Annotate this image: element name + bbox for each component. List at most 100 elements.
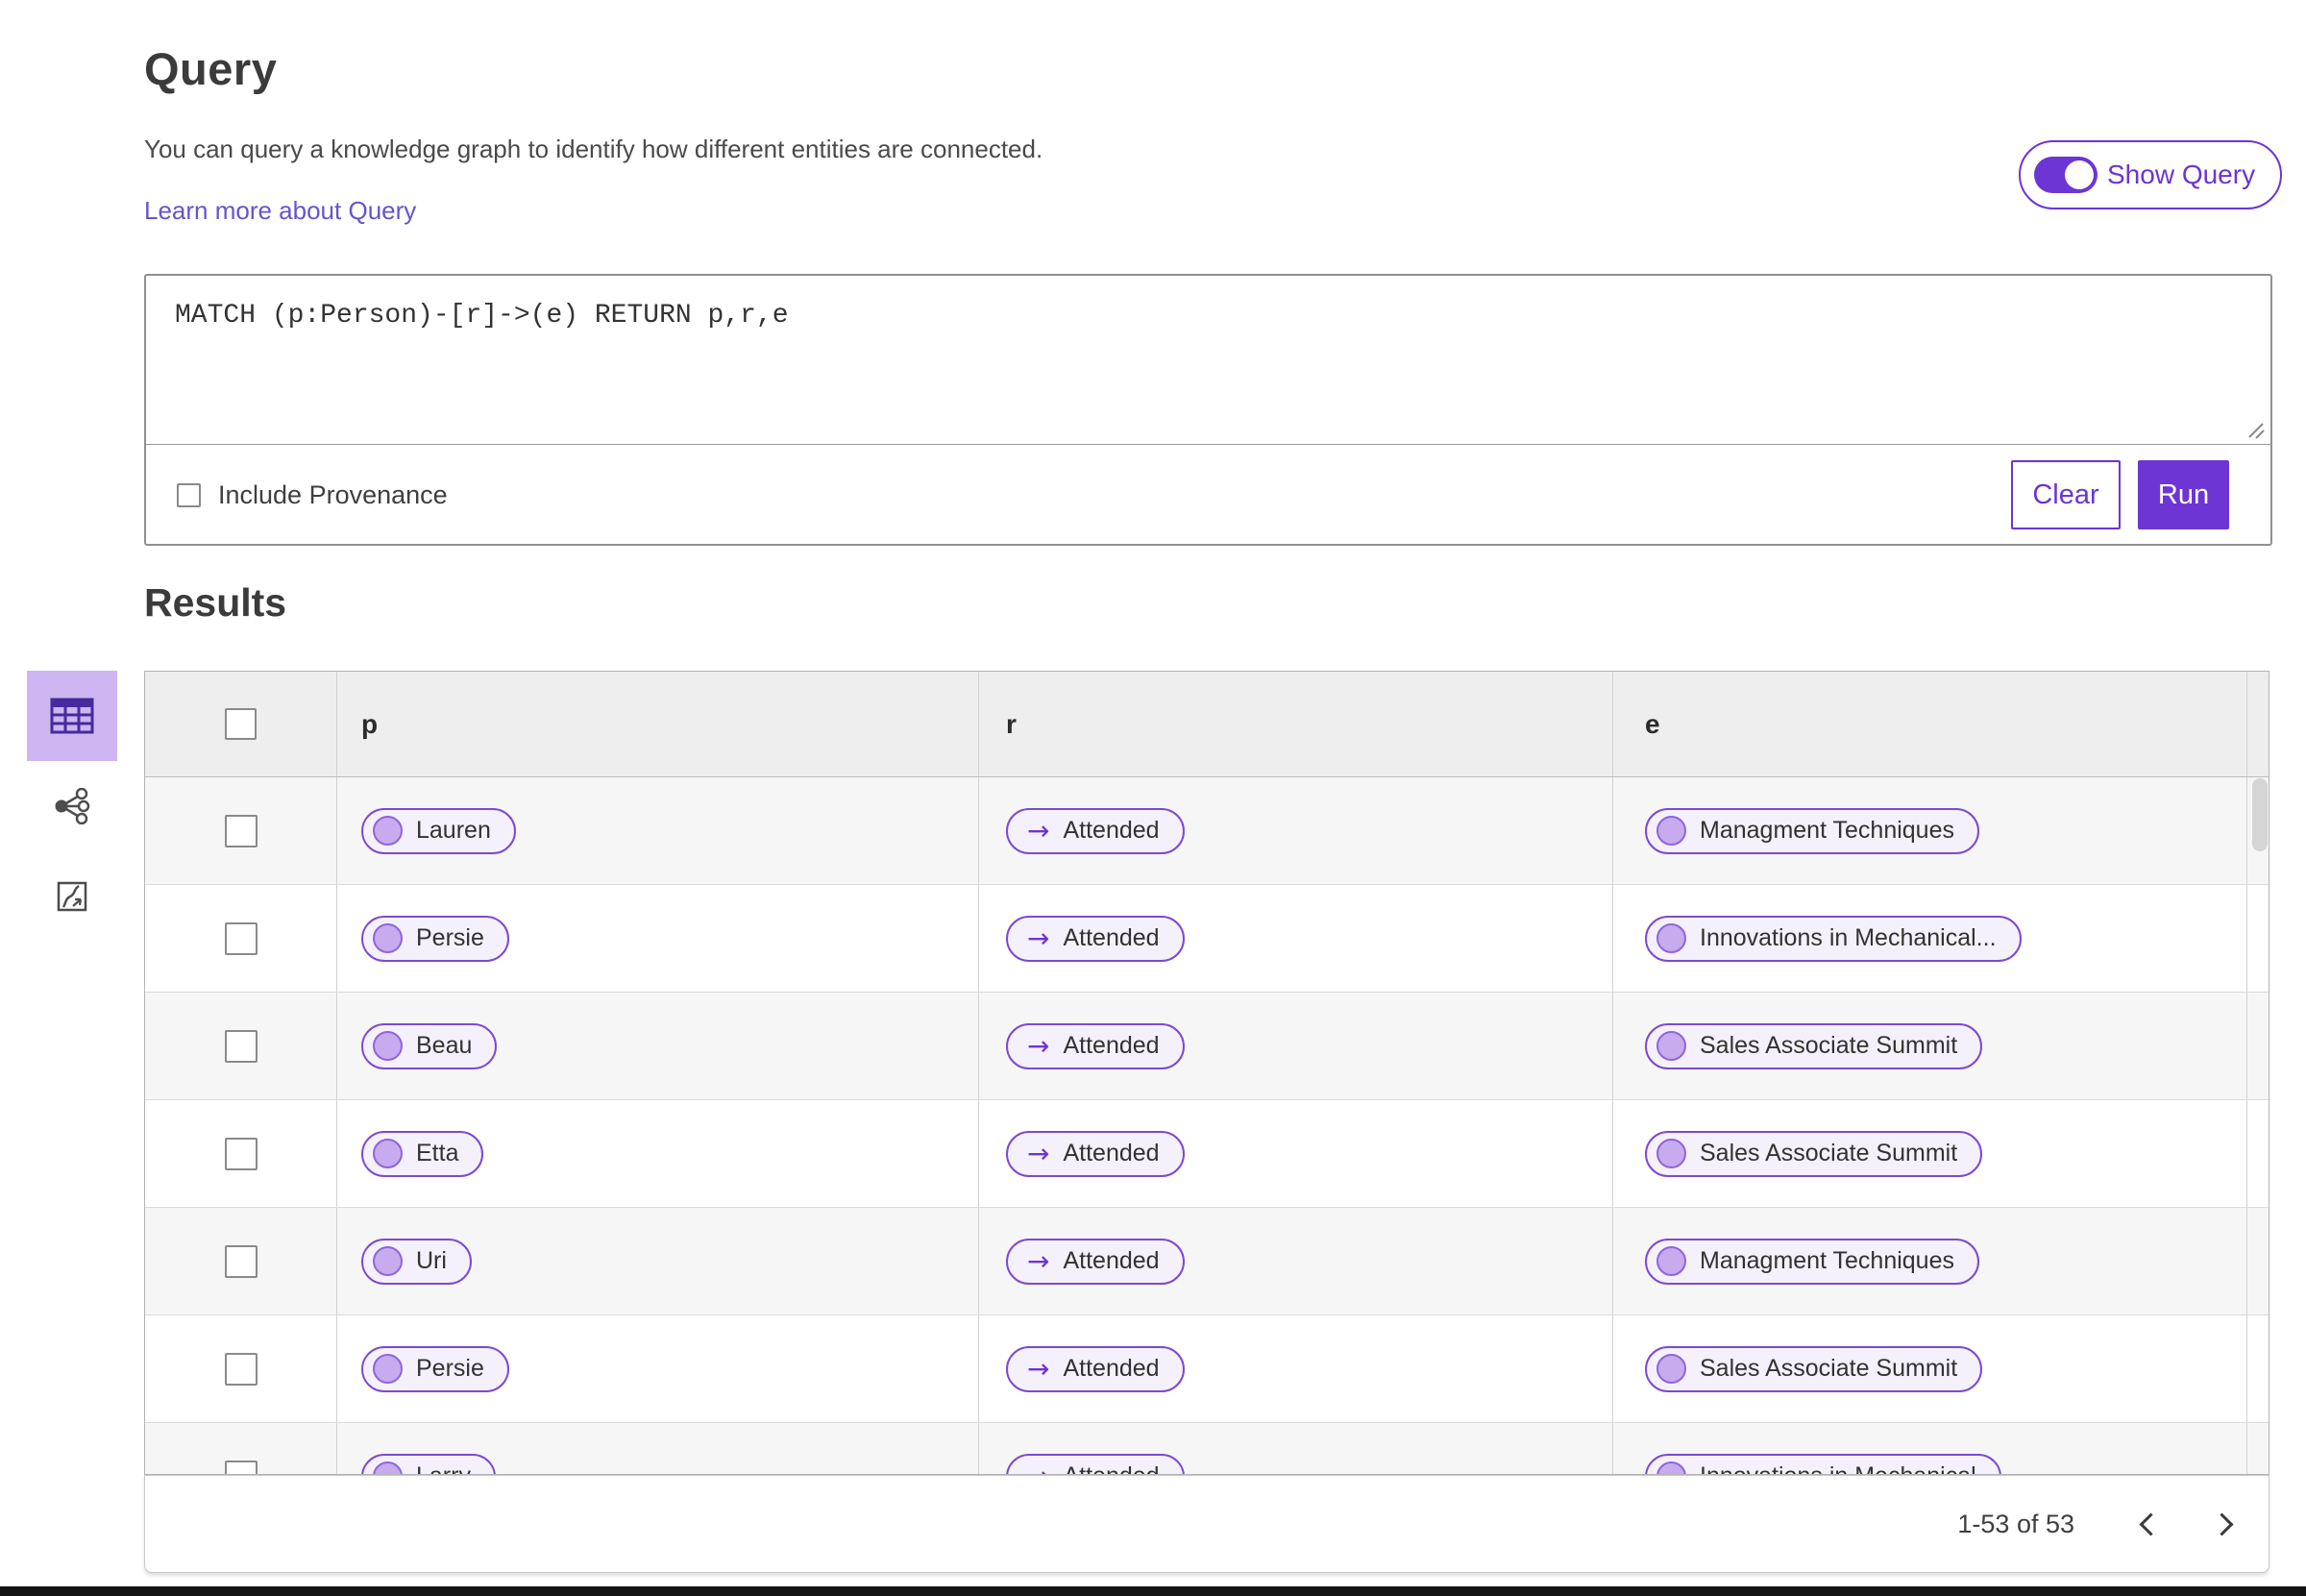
entity-label: Managment Techniques bbox=[1700, 817, 1954, 844]
entity-pill-p[interactable]: Persie bbox=[361, 1345, 509, 1392]
header-cell-r: r bbox=[979, 672, 1613, 776]
row-cell-r: → Attended bbox=[979, 1100, 1613, 1207]
table-row[interactable]: Etta → Attended Sales Associate Summit bbox=[145, 1100, 2269, 1208]
node-circle-icon bbox=[1656, 1246, 1686, 1276]
node-circle-icon bbox=[373, 1031, 403, 1061]
relation-pill-r[interactable]: → Attended bbox=[1006, 1130, 1185, 1177]
relation-pill-r[interactable]: → Attended bbox=[1006, 807, 1185, 854]
row-cell-p: Uri bbox=[337, 1208, 979, 1314]
relation-label: Attended bbox=[1063, 1247, 1160, 1274]
entity-label: Persie bbox=[416, 924, 484, 951]
entity-pill-p[interactable]: Beau bbox=[361, 1022, 498, 1069]
entity-label: Sales Associate Summit bbox=[1700, 1355, 1958, 1382]
table-row[interactable]: Persie → Attended Sales Associate Summit bbox=[145, 1315, 2269, 1423]
row-checkbox[interactable] bbox=[224, 814, 258, 847]
row-gutter bbox=[2247, 993, 2269, 1099]
entity-pill-e[interactable]: Sales Associate Summit bbox=[1645, 1130, 1983, 1177]
toggle-on-icon[interactable] bbox=[2034, 157, 2097, 193]
network-view-icon bbox=[55, 788, 90, 824]
column-label-e: e bbox=[1645, 708, 1660, 739]
toggle-knob bbox=[2065, 160, 2094, 189]
entity-pill-p[interactable]: Uri bbox=[361, 1238, 472, 1285]
chart-view-button[interactable] bbox=[27, 851, 117, 942]
entity-pill-e[interactable]: Managment Techniques bbox=[1645, 807, 1979, 854]
row-cell-select bbox=[145, 777, 337, 884]
select-all-checkbox[interactable] bbox=[225, 708, 257, 740]
row-cell-p: Larry bbox=[337, 1423, 979, 1474]
relation-pill-r[interactable]: → Attended bbox=[1006, 915, 1185, 962]
results-table: p r e Lauren → Attended Managment Techni… bbox=[144, 671, 2269, 1475]
relation-pill-r[interactable]: → Attended bbox=[1006, 1238, 1185, 1285]
row-cell-r: → Attended bbox=[979, 1423, 1613, 1474]
row-gutter bbox=[2247, 1315, 2269, 1422]
row-cell-p: Beau bbox=[337, 993, 979, 1099]
header-cell-select bbox=[145, 672, 337, 776]
entity-label: Sales Associate Summit bbox=[1700, 1032, 1958, 1059]
row-checkbox[interactable] bbox=[224, 1352, 258, 1386]
entity-label: Sales Associate Summit bbox=[1700, 1140, 1958, 1166]
relation-label: Attended bbox=[1063, 924, 1160, 951]
entity-pill-e[interactable]: Managment Techniques bbox=[1645, 1238, 1979, 1285]
table-header-row: p r e bbox=[145, 672, 2269, 777]
table-row[interactable]: Beau → Attended Sales Associate Summit bbox=[145, 993, 2269, 1100]
entity-pill-e[interactable]: Sales Associate Summit bbox=[1645, 1345, 1983, 1392]
show-query-toggle[interactable]: Show Query bbox=[2019, 140, 2283, 209]
row-cell-e: Managment Techniques bbox=[1613, 777, 2247, 884]
header-cell-e: e bbox=[1613, 672, 2247, 776]
table-row[interactable]: Larry → Attended Innovations in Mechanic… bbox=[145, 1423, 2269, 1474]
entity-pill-p[interactable]: Lauren bbox=[361, 807, 516, 854]
row-gutter bbox=[2247, 1208, 2269, 1314]
entity-pill-p[interactable]: Larry bbox=[361, 1453, 496, 1474]
table-row[interactable]: Uri → Attended Managment Techniques bbox=[145, 1208, 2269, 1315]
include-provenance-checkbox[interactable] bbox=[177, 482, 201, 507]
row-cell-p: Lauren bbox=[337, 777, 979, 884]
row-cell-e: Sales Associate Summit bbox=[1613, 1315, 2247, 1422]
chevron-left-icon[interactable] bbox=[2134, 1510, 2163, 1538]
row-cell-e: Innovations in Mechanical bbox=[1613, 1423, 2247, 1474]
entity-label: Managment Techniques bbox=[1700, 1247, 1954, 1274]
relation-pill-r[interactable]: → Attended bbox=[1006, 1453, 1185, 1474]
include-provenance-label: Include Provenance bbox=[218, 479, 448, 509]
entity-pill-e[interactable]: Sales Associate Summit bbox=[1645, 1022, 1983, 1069]
table-scrollbar-thumb[interactable] bbox=[2252, 778, 2268, 851]
entity-label: Innovations in Mechanical bbox=[1700, 1462, 1976, 1474]
table-view-icon bbox=[50, 698, 94, 734]
entity-pill-p[interactable]: Persie bbox=[361, 915, 509, 962]
relation-arrow-icon: → bbox=[1027, 814, 1050, 847]
page-title: Query bbox=[144, 43, 278, 94]
entity-label: Lauren bbox=[416, 817, 491, 844]
network-view-button[interactable] bbox=[27, 761, 117, 851]
row-checkbox[interactable] bbox=[224, 1244, 258, 1278]
relation-label: Attended bbox=[1063, 1462, 1159, 1474]
entity-label: Persie bbox=[416, 1355, 484, 1382]
row-checkbox[interactable] bbox=[224, 1460, 258, 1474]
relation-pill-r[interactable]: → Attended bbox=[1006, 1022, 1185, 1069]
row-cell-select bbox=[145, 1423, 337, 1474]
row-checkbox[interactable] bbox=[224, 1029, 258, 1063]
row-checkbox[interactable] bbox=[224, 921, 258, 955]
row-gutter bbox=[2247, 1100, 2269, 1207]
entity-label: Innovations in Mechanical... bbox=[1700, 924, 1997, 951]
relation-pill-r[interactable]: → Attended bbox=[1006, 1345, 1185, 1392]
table-row[interactable]: Lauren → Attended Managment Techniques bbox=[145, 777, 2269, 885]
chevron-right-icon[interactable] bbox=[2209, 1510, 2238, 1538]
table-pagination-footer: 1-53 of 53 bbox=[144, 1475, 2269, 1573]
clear-button[interactable]: Clear bbox=[2011, 460, 2121, 529]
resize-grip-icon[interactable] bbox=[2242, 416, 2267, 441]
entity-label: Uri bbox=[416, 1247, 447, 1274]
query-input[interactable]: MATCH (p:Person)-[r]->(e) RETURN p,r,e bbox=[146, 276, 2270, 445]
row-checkbox[interactable] bbox=[224, 1137, 258, 1170]
run-button[interactable]: Run bbox=[2138, 460, 2229, 529]
view-switcher bbox=[27, 671, 117, 942]
table-view-button[interactable] bbox=[27, 671, 117, 761]
row-gutter bbox=[2247, 885, 2269, 992]
entity-pill-p[interactable]: Etta bbox=[361, 1130, 484, 1177]
entity-pill-e[interactable]: Innovations in Mechanical... bbox=[1645, 915, 2022, 962]
table-row[interactable]: Persie → Attended Innovations in Mechani… bbox=[145, 885, 2269, 993]
node-circle-icon bbox=[373, 1246, 403, 1276]
learn-more-link[interactable]: Learn more about Query bbox=[144, 196, 416, 226]
row-cell-select bbox=[145, 885, 337, 992]
row-cell-r: → Attended bbox=[979, 777, 1613, 884]
entity-pill-e[interactable]: Innovations in Mechanical bbox=[1645, 1453, 2001, 1474]
node-circle-icon bbox=[373, 1139, 403, 1168]
